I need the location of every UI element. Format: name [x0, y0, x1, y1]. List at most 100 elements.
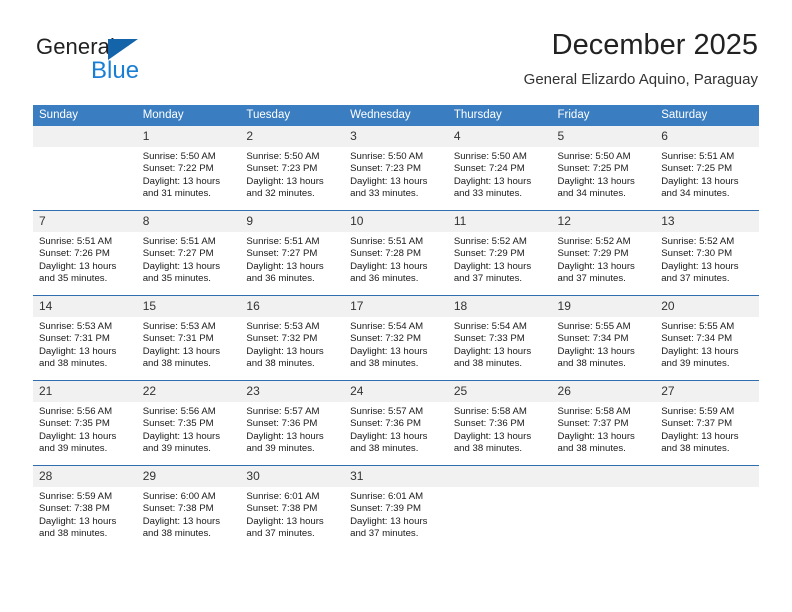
sunrise-text: Sunrise: 5:50 AM: [142, 151, 216, 162]
calendar-day-cell[interactable]: 20 Sunrise: 5:55 AM Sunset: 7:34 PM Dayl…: [655, 295, 759, 381]
daylight-text-line2: and 34 minutes.: [557, 188, 626, 200]
calendar-day-cell[interactable]: 18 Sunrise: 5:54 AM Sunset: 7:33 PM Dayl…: [447, 295, 552, 381]
calendar-day-cell[interactable]: 1 Sunrise: 5:50 AM Sunset: 7:22 PM Dayli…: [136, 126, 241, 211]
sunrise-text: Sunrise: 5:50 AM: [453, 151, 527, 162]
calendar-day-cell[interactable]: 28 Sunrise: 5:59 AM Sunset: 7:38 PM Dayl…: [33, 465, 137, 550]
calendar-day-cell[interactable]: 14 Sunrise: 5:53 AM Sunset: 7:31 PM Dayl…: [33, 295, 137, 381]
daylight-text-line1: Daylight: 13 hours: [142, 515, 221, 527]
day-details: Sunrise: 5:59 AM Sunset: 7:37 PM Dayligh…: [655, 402, 759, 456]
calendar-day-cell[interactable]: 29 Sunrise: 6:00 AM Sunset: 7:38 PM Dayl…: [136, 465, 241, 550]
calendar-day-cell[interactable]: 17 Sunrise: 5:54 AM Sunset: 7:32 PM Dayl…: [344, 295, 448, 381]
daylight-text-line1: Daylight: 13 hours: [453, 260, 532, 272]
calendar-day-cell[interactable]: 5 Sunrise: 5:50 AM Sunset: 7:25 PM Dayli…: [551, 126, 656, 211]
sunset-text: Sunset: 7:36 PM: [246, 418, 318, 430]
daylight-text-line2: and 38 minutes.: [453, 358, 523, 370]
day-details: Sunrise: 5:50 AM Sunset: 7:24 PM Dayligh…: [448, 147, 552, 201]
daylight-text-line1: Daylight: 13 hours: [39, 260, 117, 272]
calendar-day-cell[interactable]: 6 Sunrise: 5:51 AM Sunset: 7:25 PM Dayli…: [655, 126, 759, 211]
sunset-text: Sunset: 7:39 PM: [350, 503, 422, 515]
calendar-day-cell[interactable]: [33, 126, 137, 211]
sunset-text: Sunset: 7:27 PM: [246, 248, 318, 260]
daylight-text-line2: and 38 minutes.: [39, 528, 108, 540]
calendar-day-cell[interactable]: 22 Sunrise: 5:56 AM Sunset: 7:35 PM Dayl…: [136, 380, 241, 466]
calendar-day-cell[interactable]: 4 Sunrise: 5:50 AM Sunset: 7:24 PM Dayli…: [447, 126, 552, 211]
sunset-text: Sunset: 7:32 PM: [350, 333, 422, 345]
day-number: 20: [655, 296, 759, 317]
calendar-day-cell[interactable]: 9 Sunrise: 5:51 AM Sunset: 7:27 PM Dayli…: [240, 210, 345, 296]
sunrise-text: Sunrise: 5:52 AM: [661, 236, 735, 247]
calendar-day-cell[interactable]: 8 Sunrise: 5:51 AM Sunset: 7:27 PM Dayli…: [136, 210, 241, 296]
calendar-day-cell[interactable]: 7 Sunrise: 5:51 AM Sunset: 7:26 PM Dayli…: [33, 210, 137, 296]
day-number: 11: [447, 211, 552, 232]
calendar-grid: Sunday Monday Tuesday Wednesday Thursday…: [33, 105, 759, 550]
sunrise-text: Sunrise: 5:50 AM: [350, 151, 424, 162]
calendar-week-row: 21 Sunrise: 5:56 AM Sunset: 7:35 PM Dayl…: [33, 380, 759, 466]
weekday-header-tuesday: Tuesday: [240, 105, 345, 126]
calendar-day-cell[interactable]: 27 Sunrise: 5:59 AM Sunset: 7:37 PM Dayl…: [655, 380, 759, 466]
calendar-day-cell[interactable]: 30 Sunrise: 6:01 AM Sunset: 7:38 PM Dayl…: [240, 465, 345, 550]
day-number: 8: [136, 211, 241, 232]
calendar-day-cell[interactable]: 10 Sunrise: 5:51 AM Sunset: 7:28 PM Dayl…: [344, 210, 448, 296]
weekday-header-monday: Monday: [136, 105, 241, 126]
calendar-day-cell[interactable]: 31 Sunrise: 6:01 AM Sunset: 7:39 PM Dayl…: [344, 465, 448, 550]
calendar-week-row: 1 Sunrise: 5:50 AM Sunset: 7:22 PM Dayli…: [33, 126, 759, 211]
sunset-text: Sunset: 7:28 PM: [350, 248, 422, 260]
sunrise-text: Sunrise: 5:58 AM: [557, 406, 631, 417]
sunrise-text: Sunrise: 5:51 AM: [661, 151, 735, 162]
calendar-day-cell[interactable]: 12 Sunrise: 5:52 AM Sunset: 7:29 PM Dayl…: [551, 210, 656, 296]
daylight-text-line1: Daylight: 13 hours: [246, 515, 324, 527]
daylight-text-line2: and 39 minutes.: [39, 443, 108, 455]
calendar-day-cell[interactable]: 11 Sunrise: 5:52 AM Sunset: 7:29 PM Dayl…: [447, 210, 552, 296]
sunset-text: Sunset: 7:38 PM: [246, 503, 318, 515]
calendar-day-cell[interactable]: 19 Sunrise: 5:55 AM Sunset: 7:34 PM Dayl…: [551, 295, 656, 381]
sunset-text: Sunset: 7:32 PM: [246, 333, 318, 345]
day-details: Sunrise: 5:50 AM Sunset: 7:23 PM Dayligh…: [240, 147, 344, 201]
sunrise-text: Sunrise: 6:01 AM: [246, 491, 320, 502]
calendar-day-cell[interactable]: 3 Sunrise: 5:50 AM Sunset: 7:23 PM Dayli…: [344, 126, 448, 211]
calendar-week-row: 14 Sunrise: 5:53 AM Sunset: 7:31 PM Dayl…: [33, 295, 759, 381]
sunset-text: Sunset: 7:22 PM: [142, 163, 214, 175]
calendar-day-cell[interactable]: [655, 465, 759, 550]
calendar-day-cell[interactable]: 24 Sunrise: 5:57 AM Sunset: 7:36 PM Dayl…: [344, 380, 448, 466]
daylight-text-line1: Daylight: 13 hours: [557, 175, 635, 187]
calendar-day-cell[interactable]: 23 Sunrise: 5:57 AM Sunset: 7:36 PM Dayl…: [240, 380, 345, 466]
calendar-day-cell[interactable]: 26 Sunrise: 5:58 AM Sunset: 7:37 PM Dayl…: [551, 380, 656, 466]
day-number: 19: [551, 296, 656, 317]
daylight-text-line2: and 33 minutes.: [453, 188, 523, 200]
page-title: December 2025: [551, 29, 758, 61]
day-number: 4: [447, 126, 552, 147]
day-details: Sunrise: 5:55 AM Sunset: 7:34 PM Dayligh…: [552, 317, 656, 371]
daylight-text-line2: and 36 minutes.: [246, 273, 315, 285]
day-number: 21: [33, 381, 137, 402]
calendar-day-cell[interactable]: 16 Sunrise: 5:53 AM Sunset: 7:32 PM Dayl…: [240, 295, 345, 381]
calendar-day-cell[interactable]: 2 Sunrise: 5:50 AM Sunset: 7:23 PM Dayli…: [240, 126, 345, 211]
sunset-text: Sunset: 7:38 PM: [142, 503, 214, 515]
calendar-day-cell[interactable]: 21 Sunrise: 5:56 AM Sunset: 7:35 PM Dayl…: [33, 380, 137, 466]
calendar-day-cell[interactable]: 15 Sunrise: 5:53 AM Sunset: 7:31 PM Dayl…: [136, 295, 241, 381]
day-number: 23: [240, 381, 345, 402]
day-details: Sunrise: 5:57 AM Sunset: 7:36 PM Dayligh…: [344, 402, 448, 456]
daylight-text-line2: and 39 minutes.: [142, 443, 211, 455]
day-details: Sunrise: 5:56 AM Sunset: 7:35 PM Dayligh…: [137, 402, 241, 456]
sunrise-text: Sunrise: 5:51 AM: [246, 236, 320, 247]
day-details: Sunrise: 5:53 AM Sunset: 7:31 PM Dayligh…: [137, 317, 241, 371]
weekday-header-saturday: Saturday: [655, 105, 759, 126]
sunset-text: Sunset: 7:23 PM: [350, 163, 422, 175]
calendar-day-cell[interactable]: [551, 465, 656, 550]
day-number: 14: [33, 296, 137, 317]
daylight-text-line2: and 38 minutes.: [453, 443, 523, 455]
daylight-text-line1: Daylight: 13 hours: [453, 175, 532, 187]
sunset-text: Sunset: 7:38 PM: [39, 503, 110, 515]
calendar-day-cell[interactable]: 13 Sunrise: 5:52 AM Sunset: 7:30 PM Dayl…: [655, 210, 759, 296]
sunset-text: Sunset: 7:35 PM: [39, 418, 110, 430]
daylight-text-line1: Daylight: 13 hours: [39, 345, 117, 357]
sunrise-text: Sunrise: 5:56 AM: [142, 406, 216, 417]
day-details: Sunrise: 6:01 AM Sunset: 7:39 PM Dayligh…: [344, 487, 448, 541]
calendar-day-cell[interactable]: 25 Sunrise: 5:58 AM Sunset: 7:36 PM Dayl…: [447, 380, 552, 466]
calendar-day-cell[interactable]: [447, 465, 552, 550]
sunset-text: Sunset: 7:37 PM: [661, 418, 733, 430]
general-blue-logo[interactable]: General Blue: [36, 34, 216, 88]
daylight-text-line1: Daylight: 13 hours: [39, 515, 117, 527]
daylight-text-line1: Daylight: 13 hours: [350, 260, 428, 272]
day-details: Sunrise: 6:01 AM Sunset: 7:38 PM Dayligh…: [240, 487, 344, 541]
